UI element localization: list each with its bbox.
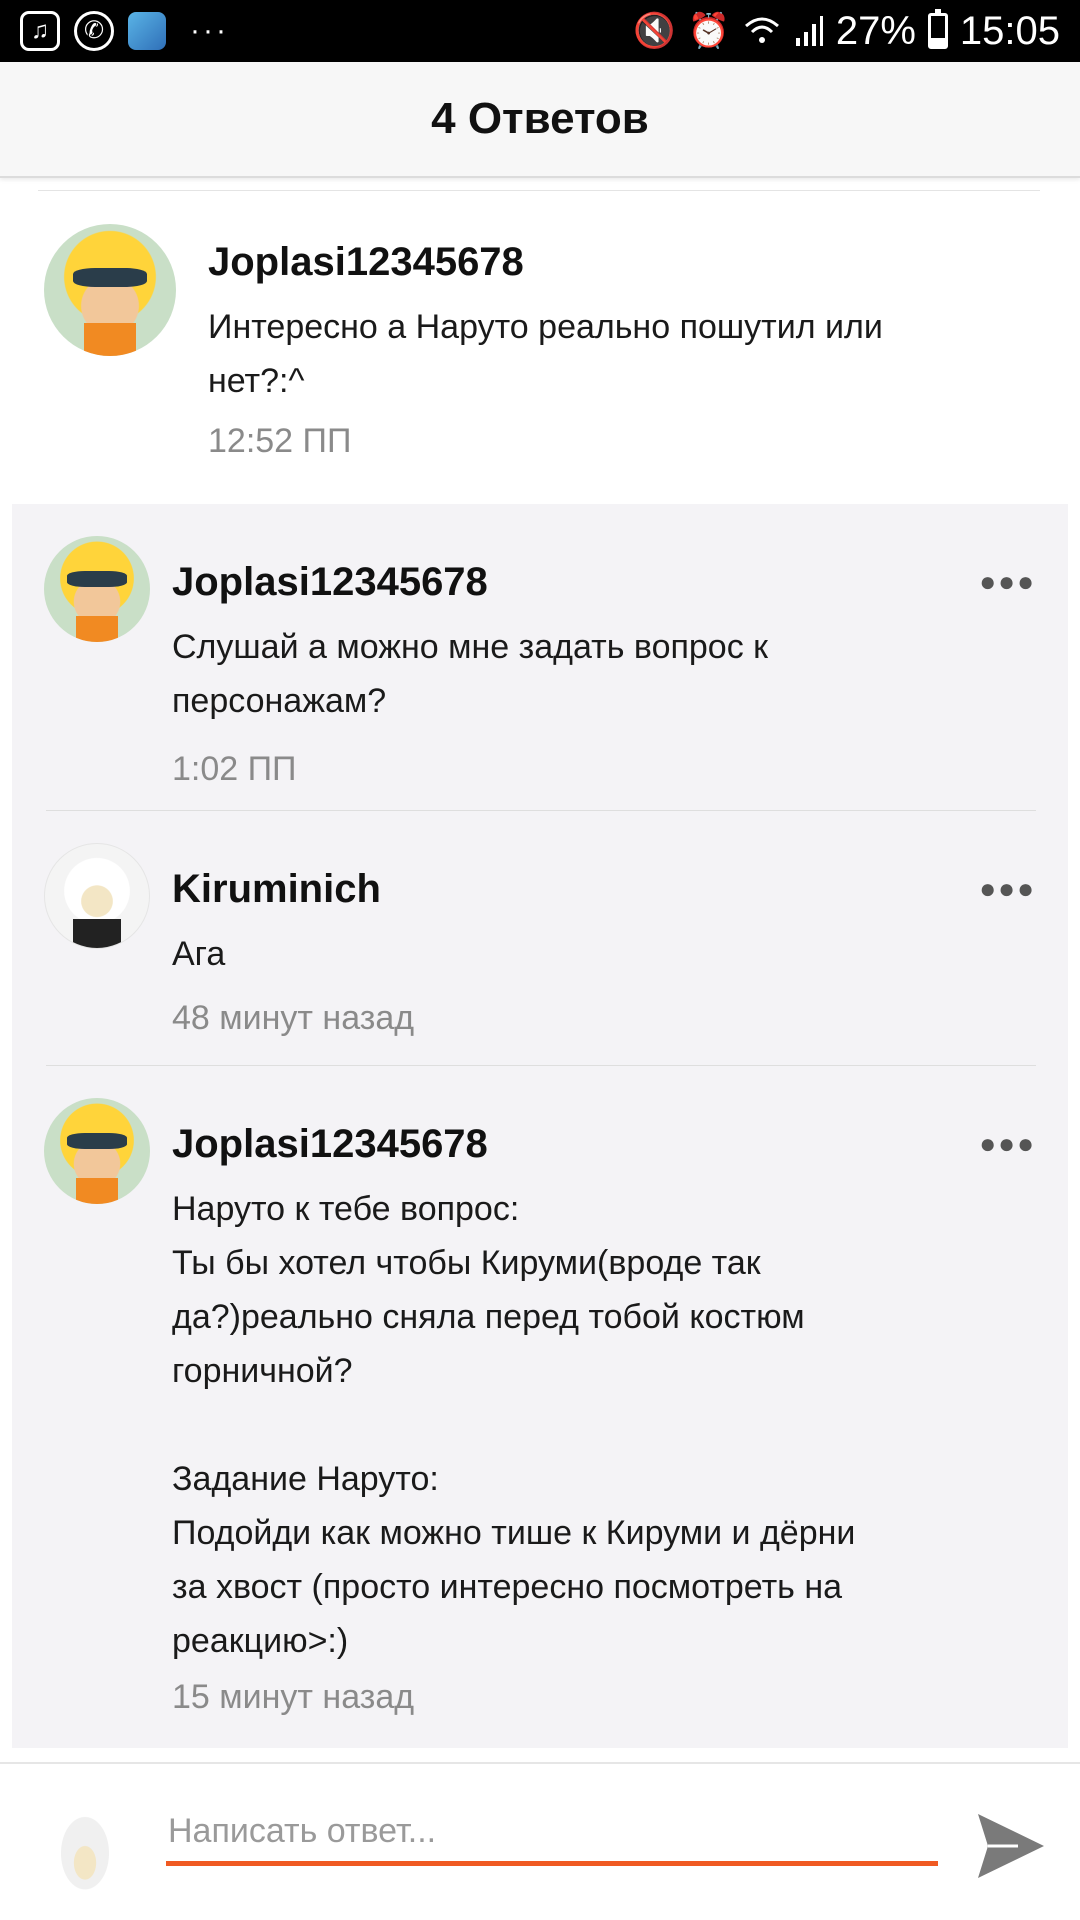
user-avatar xyxy=(40,1796,130,1908)
more-notifications-icon: ··· xyxy=(190,14,229,47)
avatar[interactable] xyxy=(44,536,150,642)
battery-icon xyxy=(927,9,948,49)
clock: 15:05 xyxy=(959,8,1060,53)
alarm-icon: ⏰ xyxy=(687,12,730,50)
reply-text: Ага xyxy=(172,935,226,973)
wifi-icon xyxy=(744,17,779,43)
reply-bar xyxy=(0,1762,1080,1920)
reply-text: Слушай а можно мне задать вопрос к персо… xyxy=(172,628,769,720)
list-item: Kiruminich Ага 48 минут назад ●●● xyxy=(12,811,1068,1065)
signal-icon xyxy=(795,16,823,46)
avatar[interactable] xyxy=(44,1098,150,1204)
more-options-icon[interactable]: ●●● xyxy=(979,566,1036,598)
status-right: 🔇 ⏰ 27% 15:05 xyxy=(633,9,1060,54)
status-left: ♫ ✆ ··· xyxy=(20,11,229,51)
comment-time: 12:52 ПП xyxy=(208,422,352,460)
divider xyxy=(38,190,1040,191)
reply-text: Наруто к тебе вопрос: Ты бы хотел чтобы … xyxy=(172,1190,856,1660)
reply-username[interactable]: Joplasi12345678 xyxy=(172,560,488,605)
list-item: Joplasi12345678 Наруто к тебе вопрос: Ты… xyxy=(12,1066,1068,1748)
reply-username[interactable]: Kiruminich xyxy=(172,867,381,912)
viber-icon: ✆ xyxy=(74,11,114,51)
reply-input[interactable] xyxy=(166,1802,938,1866)
reply-time: 15 минут назад xyxy=(172,1678,415,1716)
more-options-icon[interactable]: ●●● xyxy=(979,1128,1036,1160)
avatar[interactable] xyxy=(44,224,176,356)
mute-icon: 🔇 xyxy=(633,12,676,50)
reply-username[interactable]: Joplasi12345678 xyxy=(172,1122,488,1167)
replies-list: Joplasi12345678 Слушай а можно мне задат… xyxy=(12,504,1068,1748)
comment-username[interactable]: Joplasi12345678 xyxy=(208,240,524,285)
send-icon[interactable] xyxy=(974,1810,1048,1882)
app-header: 4 Ответов xyxy=(0,62,1080,178)
list-item: Joplasi12345678 Слушай а можно мне задат… xyxy=(12,504,1068,810)
reply-time: 48 минут назад xyxy=(172,999,415,1037)
page-title: 4 Ответов xyxy=(431,94,649,143)
reply-time: 1:02 ПП xyxy=(172,750,297,788)
music-note-icon: ♫ xyxy=(20,11,60,51)
main-comment: Joplasi12345678 Интересно а Наруто реаль… xyxy=(0,192,1080,504)
battery-fill xyxy=(930,37,945,46)
status-bar: ♫ ✆ ··· 🔇 ⏰ 27% 15:05 xyxy=(0,0,1080,62)
battery-percent: 27% xyxy=(835,8,916,53)
avatar[interactable] xyxy=(44,843,150,949)
more-options-icon[interactable]: ●●● xyxy=(979,873,1036,905)
app-icon xyxy=(128,12,166,50)
comment-text: Интересно а Наруто реально пошутил или н… xyxy=(208,308,883,400)
